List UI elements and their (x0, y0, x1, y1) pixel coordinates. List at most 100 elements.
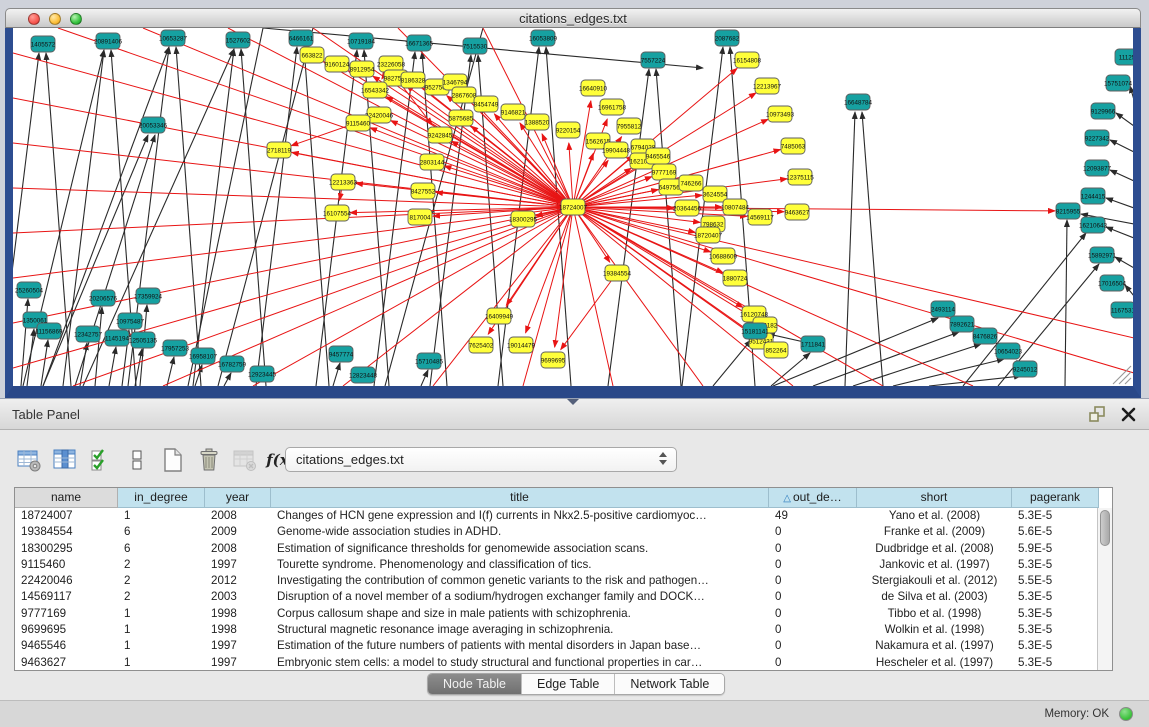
graph-node[interactable]: 1388520 (525, 114, 550, 130)
graph-node[interactable]: 19384554 (603, 265, 632, 281)
graph-node[interactable]: 12823448 (349, 367, 378, 383)
graph-node[interactable]: 12342757 (74, 326, 103, 342)
graph-node[interactable]: 7625402 (469, 337, 494, 353)
graph-edge[interactable] (1115, 257, 1133, 268)
graph-edge[interactable] (333, 363, 340, 386)
graph-node[interactable]: 14569117 (746, 209, 774, 225)
graph-node[interactable]: 10654023 (994, 343, 1023, 359)
table-vertical-scrollbar[interactable] (1097, 508, 1112, 670)
select-columns-icon[interactable] (86, 445, 116, 475)
graph-edge[interactable] (1116, 113, 1133, 126)
graph-node[interactable]: 8186328 (401, 72, 426, 88)
graph-node[interactable]: 8454749 (474, 96, 499, 112)
graph-node[interactable]: 16782759 (218, 356, 247, 372)
memory-ok-indicator[interactable] (1119, 707, 1133, 721)
graph-node[interactable]: 16648784 (844, 94, 873, 110)
graph-node[interactable]: 7892621 (950, 316, 975, 332)
graph-node[interactable]: 2803144 (420, 154, 445, 170)
graph-node[interactable]: 3624554 (703, 186, 728, 202)
graph-node[interactable]: 2493114 (931, 301, 956, 317)
graph-node[interactable]: 10975487 (116, 313, 145, 329)
graph-edge[interactable] (893, 359, 1004, 386)
graph-edge[interactable] (573, 207, 1133, 373)
graph-node[interactable]: 20364456 (673, 200, 702, 216)
graph-node[interactable]: 1527602 (226, 32, 251, 48)
column-header-year[interactable]: year (205, 488, 271, 508)
graph-node[interactable]: 11125 (1115, 49, 1133, 65)
graph-node[interactable]: 1405572 (31, 36, 56, 52)
table-row[interactable]: 2242004622012Investigating the contribut… (15, 573, 1112, 589)
graph-node[interactable]: 16053809 (529, 30, 558, 46)
graph-node[interactable]: 9699695 (541, 352, 566, 368)
graph-edge[interactable] (256, 47, 297, 386)
graph-node[interactable]: 16671365 (405, 35, 434, 51)
graph-edge[interactable] (188, 28, 263, 386)
graph-node[interactable]: 12093877 (1083, 160, 1112, 176)
graph-node[interactable]: 19904448 (602, 142, 631, 158)
graph-node[interactable]: 16640910 (579, 80, 608, 96)
graph-edge[interactable] (555, 207, 573, 347)
graph-node[interactable]: 12213363 (329, 174, 358, 190)
graph-edge[interactable] (13, 207, 573, 278)
graph-node[interactable]: 1880724 (723, 270, 748, 286)
tab-edge-table[interactable]: Edge Table (522, 674, 615, 694)
graph-node[interactable]: 8427552 (411, 183, 436, 199)
row-height-icon[interactable] (122, 445, 152, 475)
graph-edge[interactable] (109, 347, 116, 386)
graph-node[interactable]: 9465546 (646, 148, 671, 164)
column-header-in_degree[interactable]: in_degree (118, 488, 205, 508)
graph-node[interactable]: 10807484 (721, 199, 750, 215)
graph-edge[interactable] (1125, 378, 1131, 384)
graph-node[interactable]: 15710485 (415, 353, 444, 369)
tab-network-table[interactable]: Network Table (615, 674, 724, 694)
graph-node[interactable]: 15181141 (741, 323, 769, 339)
column-header-short[interactable]: short (857, 488, 1012, 508)
graph-node[interactable]: 16961758 (598, 99, 627, 115)
graph-node[interactable]: 12213967 (753, 78, 782, 94)
table-row[interactable]: 1830029562008Estimation of significance … (15, 541, 1112, 557)
show-columns-icon[interactable] (50, 445, 80, 475)
graph-node[interactable]: 10719184 (347, 33, 376, 49)
graph-node[interactable]: 1145194 (105, 330, 130, 346)
graph-node[interactable]: 1244415 (1081, 188, 1106, 204)
graph-edge[interactable] (1119, 372, 1131, 384)
graph-node[interactable]: 9146821 (501, 104, 526, 120)
splitter-handle[interactable] (567, 399, 579, 405)
network-window-titlebar[interactable]: citations_edges.txt (5, 8, 1141, 28)
graph-node[interactable]: 16210643 (1079, 217, 1108, 233)
graph-node[interactable]: 15751074 (1104, 75, 1133, 91)
graph-edge[interactable] (773, 318, 938, 386)
graph-edge[interactable] (573, 207, 1133, 338)
graph-edge[interactable] (1106, 227, 1133, 238)
graph-edge[interactable] (845, 112, 855, 386)
column-header-name[interactable]: name (15, 488, 118, 508)
graph-node[interactable]: 17016504 (1098, 275, 1127, 291)
graph-node[interactable]: 7515530 (463, 38, 488, 54)
graph-node[interactable]: 16409949 (485, 308, 514, 324)
graph-edge[interactable] (27, 329, 34, 386)
column-header-out_de[interactable]: △out_de… (769, 488, 857, 508)
graph-node[interactable]: 16543342 (361, 82, 390, 98)
graph-node[interactable]: 20053346 (139, 117, 168, 133)
table-row[interactable]: 1456911722003Disruption of a novel membe… (15, 589, 1112, 605)
table-row[interactable]: 977716911998Corpus callosum shape and si… (15, 606, 1112, 622)
table-row[interactable]: 946362711997Embryonic stem cells: a mode… (15, 655, 1112, 671)
graph-edge[interactable] (218, 28, 313, 386)
graph-node[interactable]: 18724007 (559, 199, 588, 215)
graph-edge[interactable] (41, 340, 48, 386)
table-selector-dropdown[interactable]: citations_edges.txt (285, 447, 677, 472)
delete-column-disabled-icon[interactable] (230, 445, 260, 475)
graph-edge[interactable] (224, 373, 231, 386)
graph-node[interactable]: 9457774 (329, 346, 354, 362)
graph-node[interactable]: 6466161 (289, 30, 314, 46)
graph-edge[interactable] (573, 101, 591, 207)
network-canvas[interactable]: 1872400766382291601248912954232260589827… (13, 28, 1133, 386)
table-row[interactable]: 946554611997Estimation of the future num… (15, 638, 1112, 654)
graph-node[interactable]: 9129966 (1091, 103, 1116, 119)
graph-edge[interactable] (1125, 285, 1133, 296)
close-panel-icon[interactable] (1120, 406, 1137, 423)
graph-node[interactable]: 9220154 (556, 122, 581, 138)
graph-node[interactable]: 16107554 (323, 205, 352, 221)
graph-node[interactable]: 18720407 (694, 227, 723, 243)
graph-node[interactable]: 7485063 (781, 138, 806, 154)
